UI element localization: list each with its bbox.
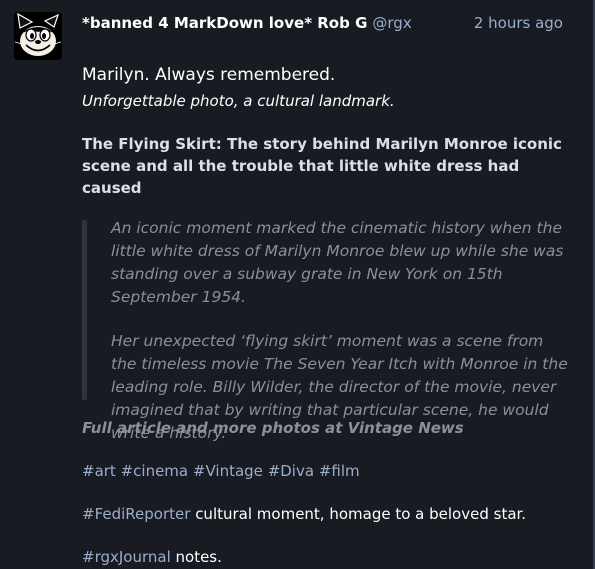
- blockquote: An iconic moment marked the cinematic hi…: [82, 217, 572, 442]
- display-name[interactable]: *banned 4 MarkDown love* Rob G: [82, 14, 367, 32]
- journal-line: #rgxJournal notes.: [82, 546, 572, 568]
- hashtag-cinema[interactable]: #cinema: [121, 462, 189, 480]
- blockquote-bar: [82, 220, 87, 400]
- hashtag-rgxjournal[interactable]: #rgxJournal: [82, 548, 171, 566]
- hashtag-art[interactable]: #art: [82, 462, 116, 480]
- status-post[interactable]: *banned 4 MarkDown love* Rob G @rgx 2 ho…: [0, 0, 593, 569]
- post-subtitle: Unforgettable photo, a cultural landmark…: [82, 92, 395, 110]
- hashtag-fedireporter[interactable]: #FediReporter: [82, 505, 190, 523]
- reporter-text: cultural moment, homage to a beloved sta…: [190, 505, 527, 523]
- avatar[interactable]: [14, 12, 62, 60]
- post-lead: Marilyn. Always remembered.: [82, 65, 336, 85]
- article-title: The Flying Skirt: The story behind Maril…: [82, 135, 562, 197]
- hashtag-vintage[interactable]: #Vintage: [193, 462, 263, 480]
- quote-paragraph-2: Her unexpected ‘flying skirt’ moment was…: [111, 332, 568, 442]
- account-handle[interactable]: @rgx: [372, 14, 411, 32]
- status-header: *banned 4 MarkDown love* Rob G @rgx 2 ho…: [82, 14, 563, 36]
- hashtag-film[interactable]: #film: [319, 462, 360, 480]
- hashtag-list: #art #cinema #Vintage #Diva #film: [82, 460, 572, 482]
- felix-cat-avatar-icon: [14, 12, 62, 60]
- hashtag-diva[interactable]: #Diva: [268, 462, 314, 480]
- journal-text: notes.: [170, 548, 222, 566]
- reporter-line: #FediReporter cultural moment, homage to…: [82, 503, 572, 525]
- status-content: Marilyn. Always remembered. Unforgettabl…: [82, 62, 572, 568]
- timeline-column: *banned 4 MarkDown love* Rob G @rgx 2 ho…: [0, 0, 595, 569]
- quote-paragraph-1: An iconic moment marked the cinematic hi…: [111, 219, 564, 306]
- timestamp[interactable]: 2 hours ago: [474, 14, 563, 32]
